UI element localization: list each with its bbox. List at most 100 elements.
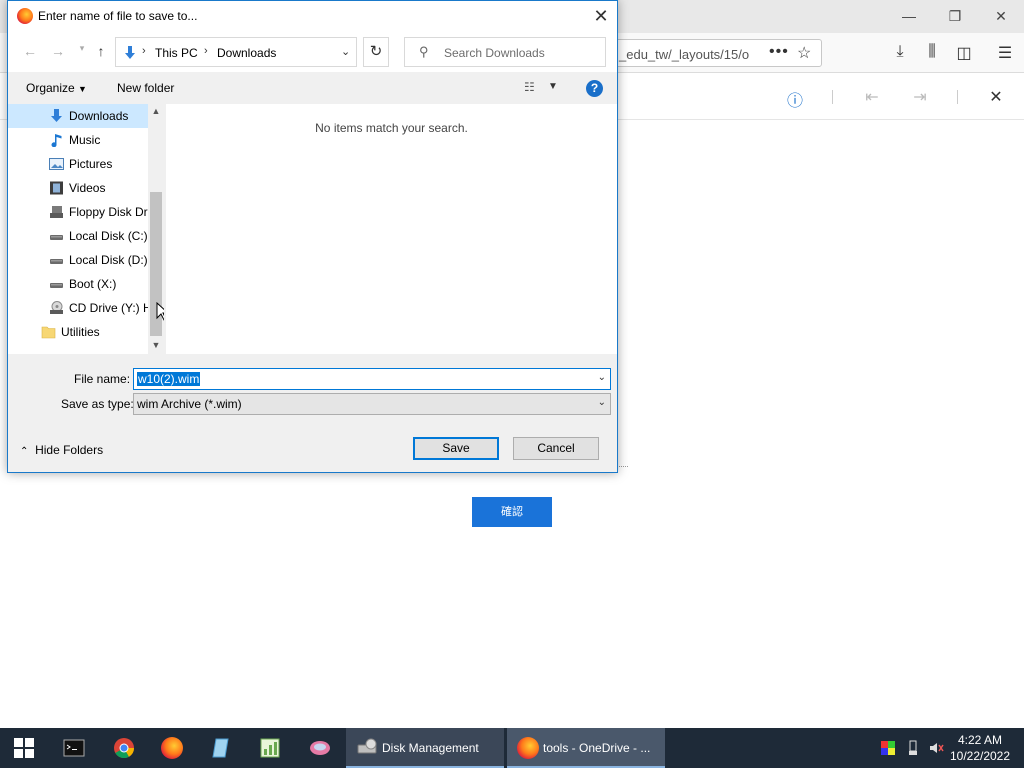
- file-name-label: File name:: [74, 372, 131, 386]
- search-input[interactable]: ⚲ Search Downloads: [404, 37, 606, 67]
- first-page-icon[interactable]: ⇤: [862, 87, 882, 107]
- empty-message: No items match your search.: [315, 121, 468, 135]
- search-icon: ⚲: [419, 44, 429, 59]
- nav-item-floppy-drive[interactable]: Floppy Disk Dri: [8, 200, 148, 224]
- page-confirm-button[interactable]: 確認: [472, 497, 552, 527]
- breadcrumb-downloads[interactable]: Downloads: [217, 46, 276, 60]
- back-arrow-icon[interactable]: ←: [20, 43, 40, 63]
- volume-muted-icon[interactable]: [928, 740, 944, 756]
- nav-item-local-disk-d[interactable]: Local Disk (D:): [8, 248, 148, 272]
- refresh-icon[interactable]: ↻: [363, 37, 389, 67]
- color-app-tray-icon[interactable]: [880, 740, 896, 756]
- start-button[interactable]: [0, 728, 48, 768]
- hard-drive-icon: [50, 235, 63, 240]
- taskbar-task-firefox[interactable]: tools - OneDrive - ...: [507, 728, 665, 768]
- scroll-up-icon[interactable]: ▲: [150, 106, 162, 120]
- separator: [832, 90, 833, 104]
- nav-item-utilities[interactable]: Utilities: [8, 320, 148, 344]
- breadcrumb-this-pc[interactable]: This PC: [155, 46, 198, 60]
- nav-item-downloads[interactable]: Downloads: [8, 104, 148, 128]
- file-name-value: w10(2).wim: [137, 372, 201, 386]
- file-name-input[interactable]: w10(2).wim ⌄: [133, 368, 611, 390]
- page-actions-icon[interactable]: •••: [769, 43, 789, 61]
- dialog-titlebar: Enter name of file to save to... ✕: [8, 1, 617, 32]
- firefox-icon: [517, 737, 539, 759]
- new-folder-button[interactable]: New folder: [117, 81, 174, 95]
- last-page-icon[interactable]: ⇥: [910, 87, 930, 107]
- library-icon[interactable]: ⫼: [921, 43, 943, 63]
- firefox-logo-icon: [17, 8, 33, 24]
- clock-date: 10/22/2022: [949, 749, 1011, 763]
- chevron-up-icon: ⌃: [20, 446, 29, 457]
- hide-folders-button[interactable]: ⌃ Hide Folders: [20, 443, 103, 457]
- dialog-close-icon[interactable]: ✕: [588, 5, 614, 27]
- cancel-button[interactable]: Cancel: [513, 437, 599, 460]
- taskbar-chrome[interactable]: [100, 728, 148, 768]
- usb-device-icon[interactable]: [905, 740, 921, 756]
- dialog-toolbar: Organize ▼ New folder ☷ ▼ ?: [8, 72, 617, 104]
- nav-item-local-disk-c[interactable]: Local Disk (C:): [8, 224, 148, 248]
- chevron-down-icon: ▼: [78, 84, 87, 94]
- hide-folders-label: Hide Folders: [35, 443, 104, 457]
- forward-arrow-icon[interactable]: →: [48, 43, 68, 63]
- up-arrow-icon[interactable]: ↑: [91, 43, 111, 63]
- organize-button[interactable]: Organize ▼: [26, 81, 87, 95]
- chevron-right-icon[interactable]: ›: [142, 45, 146, 57]
- info-icon[interactable]: ⓘ: [785, 87, 805, 110]
- taskbar-cmd[interactable]: [50, 728, 98, 768]
- navigation-pane: Downloads Music Pictures Videos Floppy D…: [8, 104, 170, 354]
- url-bar[interactable]: _edu_tw/_layouts/15/o ••• ☆: [600, 39, 822, 67]
- taskbar-app-tool[interactable]: [296, 728, 344, 768]
- windows-logo-icon: [14, 738, 34, 758]
- chevron-down-icon[interactable]: ⌄: [341, 45, 350, 58]
- taskbar-app-chart[interactable]: [246, 728, 294, 768]
- scroll-down-icon[interactable]: ▼: [150, 340, 162, 354]
- save-button[interactable]: Save: [413, 437, 499, 460]
- bookmark-star-icon[interactable]: ☆: [797, 43, 811, 63]
- music-note-icon: [51, 134, 62, 147]
- taskbar-app-tablet[interactable]: [197, 728, 245, 768]
- nav-item-videos[interactable]: Videos: [8, 176, 148, 200]
- save-type-select[interactable]: wim Archive (*.wim) ⌄: [133, 393, 611, 415]
- dialog-title: Enter name of file to save to...: [38, 9, 198, 23]
- chevron-down-icon[interactable]: ⌄: [598, 372, 606, 383]
- dialog-footer: File name: w10(2).wim ⌄ Save as type: wi…: [8, 354, 617, 472]
- file-list-pane[interactable]: No items match your search.: [166, 104, 617, 354]
- chevron-down-icon[interactable]: ⌄: [598, 397, 606, 408]
- recent-locations-icon[interactable]: ▾: [72, 43, 92, 63]
- nav-item-boot-x[interactable]: Boot (X:): [8, 272, 148, 296]
- task-label: Disk Management: [382, 741, 479, 755]
- close-viewer-icon[interactable]: ✕: [986, 87, 1006, 107]
- sidebar-icon[interactable]: ◫: [953, 43, 975, 63]
- taskbar: Disk Management tools - OneDrive - ... 4…: [0, 728, 1024, 768]
- disk-management-icon: [357, 738, 377, 754]
- nav-item-label: Downloads: [69, 109, 129, 123]
- nav-item-label: Videos: [69, 181, 106, 195]
- help-icon[interactable]: ?: [586, 80, 603, 97]
- restore-icon[interactable]: ❐: [943, 6, 967, 26]
- nav-item-cd-drive-y[interactable]: CD Drive (Y:) H: [8, 296, 148, 320]
- view-options-icon[interactable]: ☷: [524, 80, 540, 96]
- chevron-down-icon[interactable]: ▼: [548, 81, 558, 92]
- nav-item-label: Music: [69, 133, 101, 147]
- tablet-app-icon: [212, 738, 229, 758]
- minimize-icon[interactable]: —: [897, 6, 921, 26]
- folder-icon: [41, 326, 56, 339]
- clock-time: 4:22 AM: [957, 733, 1003, 747]
- hard-drive-icon: [50, 283, 63, 288]
- address-row: ← → ▾ ↑ › This PC › Downloads ⌄ ↻ ⚲ Sear…: [8, 32, 617, 72]
- address-bar[interactable]: › This PC › Downloads ⌄: [115, 37, 357, 67]
- nav-item-pictures[interactable]: Pictures: [8, 152, 148, 176]
- system-clock[interactable]: 4:22 AM 10/22/2022: [948, 732, 1012, 764]
- taskbar-task-disk-management[interactable]: Disk Management: [346, 728, 504, 768]
- close-window-icon[interactable]: ✕: [989, 6, 1013, 26]
- menu-icon[interactable]: ☰: [994, 43, 1016, 63]
- command-prompt-icon: [63, 739, 85, 757]
- download-icon[interactable]: ⤓: [889, 43, 911, 63]
- chart-app-icon: [260, 738, 280, 758]
- save-type-value: wim Archive (*.wim): [137, 397, 242, 411]
- taskbar-firefox[interactable]: [148, 728, 196, 768]
- chevron-right-icon[interactable]: ›: [204, 45, 208, 57]
- nav-item-music[interactable]: Music: [8, 128, 148, 152]
- nav-item-label: Utilities: [61, 325, 100, 339]
